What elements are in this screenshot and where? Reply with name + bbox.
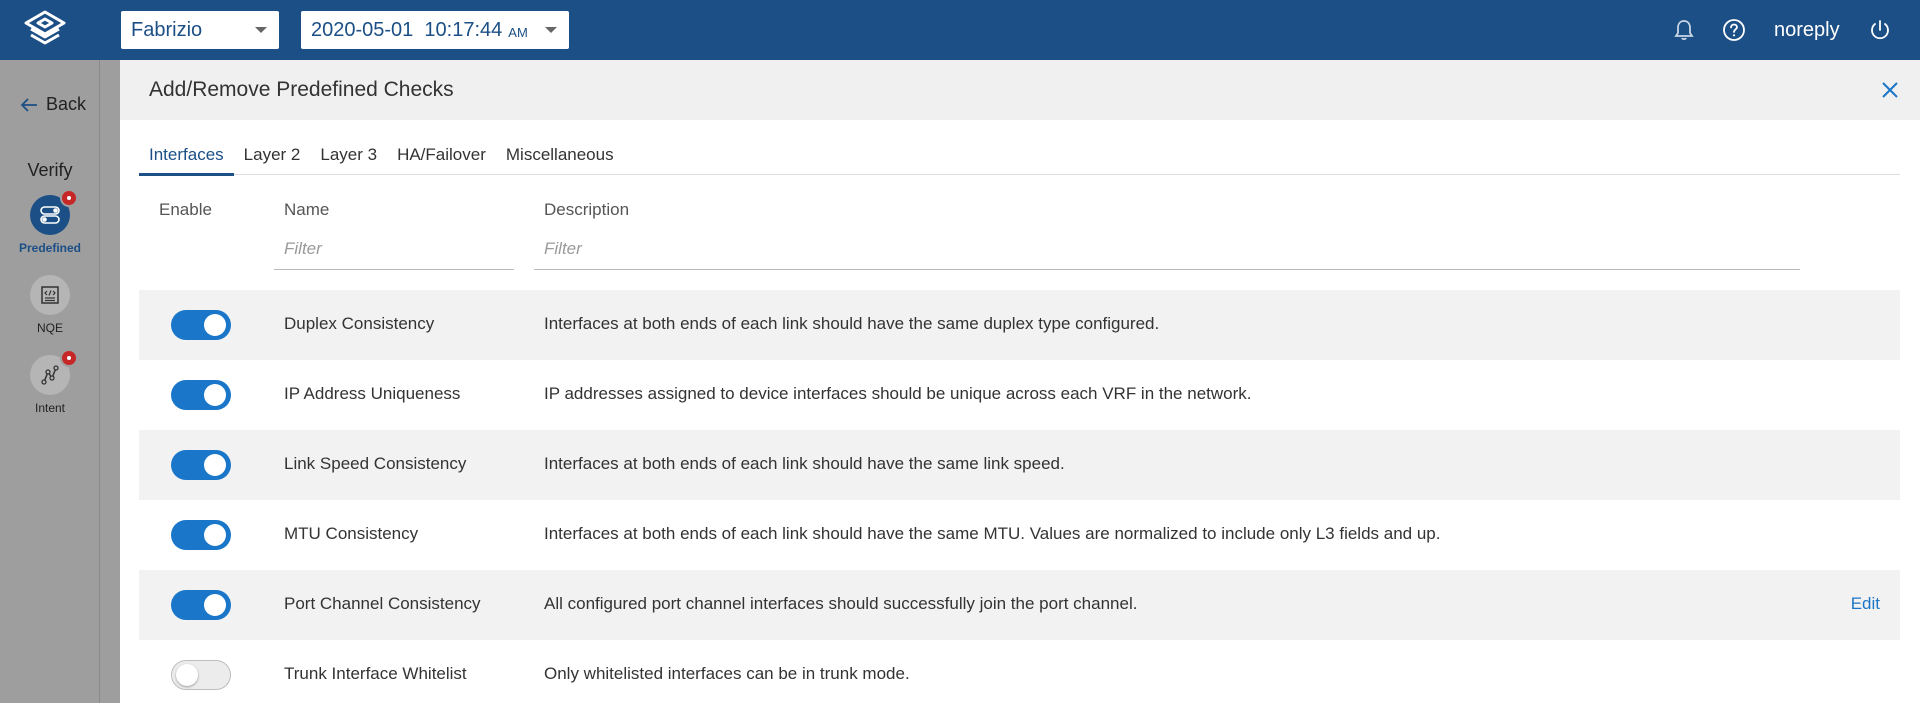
top-bar: Fabrizio 2020-05-01 10:17:44 AM noreply xyxy=(0,0,1920,60)
toggle-knob xyxy=(204,314,226,336)
description-filter-input[interactable] xyxy=(534,235,1800,263)
bell-icon[interactable] xyxy=(1672,18,1696,42)
table-row: MTU Consistency Interfaces at both ends … xyxy=(139,500,1900,570)
rail-item-label: Intent xyxy=(34,401,66,415)
left-rail: Back Verify Predefined NQE Intent xyxy=(0,60,100,703)
rail-item-label: Predefined xyxy=(18,241,81,255)
enable-toggle[interactable] xyxy=(171,520,231,550)
check-name: MTU Consistency xyxy=(284,524,419,543)
table-row: IP Address Uniqueness IP addresses assig… xyxy=(139,360,1900,430)
check-name: IP Address Uniqueness xyxy=(284,384,461,403)
app-logo-icon[interactable] xyxy=(18,8,72,52)
snapshot-datetime-select[interactable]: 2020-05-01 10:17:44 AM xyxy=(301,11,569,49)
help-icon[interactable] xyxy=(1722,18,1746,42)
table-row: Trunk Interface Whitelist Only whitelist… xyxy=(139,640,1900,703)
edit-link[interactable]: Edit xyxy=(1851,594,1880,614)
name-filter-input[interactable] xyxy=(274,235,514,263)
check-name: Link Speed Consistency xyxy=(284,454,467,473)
rail-item-intent-circle xyxy=(30,349,78,395)
code-document-icon xyxy=(41,286,59,304)
table-row: Duplex Consistency Interfaces at both en… xyxy=(139,290,1900,360)
toggle-knob xyxy=(204,524,226,546)
verify-section-label: Verify xyxy=(27,160,73,180)
check-description: Interfaces at both ends of each link sho… xyxy=(544,454,1065,473)
check-description: Interfaces at both ends of each link sho… xyxy=(544,314,1160,333)
toggle-knob xyxy=(204,594,226,616)
network-select-value: Fabrizio xyxy=(131,18,203,41)
table-row: Link Speed Consistency Interfaces at bot… xyxy=(139,430,1900,500)
enable-toggle[interactable] xyxy=(171,380,231,410)
predefined-checks-panel: Add/Remove Predefined Checks Interfaces … xyxy=(120,60,1920,703)
tab-interfaces[interactable]: Interfaces xyxy=(139,137,234,176)
tab-layer-3[interactable]: Layer 3 xyxy=(310,137,387,175)
category-tabs: Interfaces Layer 2 Layer 3 HA/Failover M… xyxy=(139,137,1900,176)
tab-layer-2[interactable]: Layer 2 xyxy=(234,137,311,175)
rail-item-predefined-circle xyxy=(30,189,78,235)
close-icon[interactable] xyxy=(1880,80,1900,100)
back-button[interactable]: Back xyxy=(20,94,86,115)
enable-toggle[interactable] xyxy=(171,310,231,340)
panel-header: Add/Remove Predefined Checks xyxy=(120,60,1920,120)
toggle-knob xyxy=(204,384,226,406)
tab-miscellaneous[interactable]: Miscellaneous xyxy=(496,137,624,175)
enable-toggle[interactable] xyxy=(171,590,231,620)
check-description: IP addresses assigned to device interfac… xyxy=(544,384,1252,403)
power-icon[interactable] xyxy=(1868,18,1892,42)
check-description: All configured port channel interfaces s… xyxy=(544,594,1138,613)
username[interactable]: noreply xyxy=(1774,19,1840,42)
graph-nodes-icon xyxy=(41,365,59,385)
check-name: Port Channel Consistency xyxy=(284,594,481,613)
rail-item-intent[interactable]: Intent xyxy=(0,349,100,415)
network-select[interactable]: Fabrizio xyxy=(121,11,279,49)
check-description: Interfaces at both ends of each link sho… xyxy=(544,524,1441,543)
checks-table: Duplex Consistency Interfaces at both en… xyxy=(139,290,1900,703)
toggles-icon xyxy=(40,206,60,224)
check-name: Trunk Interface Whitelist xyxy=(284,664,467,683)
rail-item-label: NQE xyxy=(36,321,63,335)
chevron-down-icon xyxy=(255,27,267,33)
check-description: Only whitelisted interfaces can be in tr… xyxy=(544,664,910,683)
notification-badge xyxy=(60,349,78,367)
enable-toggle[interactable] xyxy=(171,450,231,480)
column-header-name: Name xyxy=(284,200,330,219)
enable-toggle[interactable] xyxy=(171,660,231,690)
back-label: Back xyxy=(46,94,87,114)
snapshot-ampm: AM xyxy=(508,24,528,40)
tab-ha-failover[interactable]: HA/Failover xyxy=(387,137,496,175)
rail-item-nqe[interactable]: NQE xyxy=(0,275,100,335)
arrow-left-icon xyxy=(20,97,37,112)
table-row: Port Channel Consistency All configured … xyxy=(139,570,1900,640)
chevron-down-icon xyxy=(545,27,557,33)
rail-item-nqe-circle xyxy=(30,275,70,315)
notification-badge xyxy=(60,189,78,207)
panel-title: Add/Remove Predefined Checks xyxy=(149,78,454,101)
check-name: Duplex Consistency xyxy=(284,314,435,333)
toggle-knob xyxy=(176,664,198,686)
description-filter xyxy=(534,235,1800,270)
column-header-enable: Enable xyxy=(159,200,212,219)
column-header-description: Description xyxy=(544,200,630,219)
name-filter xyxy=(274,235,514,270)
snapshot-datetime-value: 2020-05-01 10:17:44 xyxy=(311,18,503,41)
toggle-knob xyxy=(204,454,226,476)
rail-item-predefined[interactable]: Predefined xyxy=(0,189,100,255)
